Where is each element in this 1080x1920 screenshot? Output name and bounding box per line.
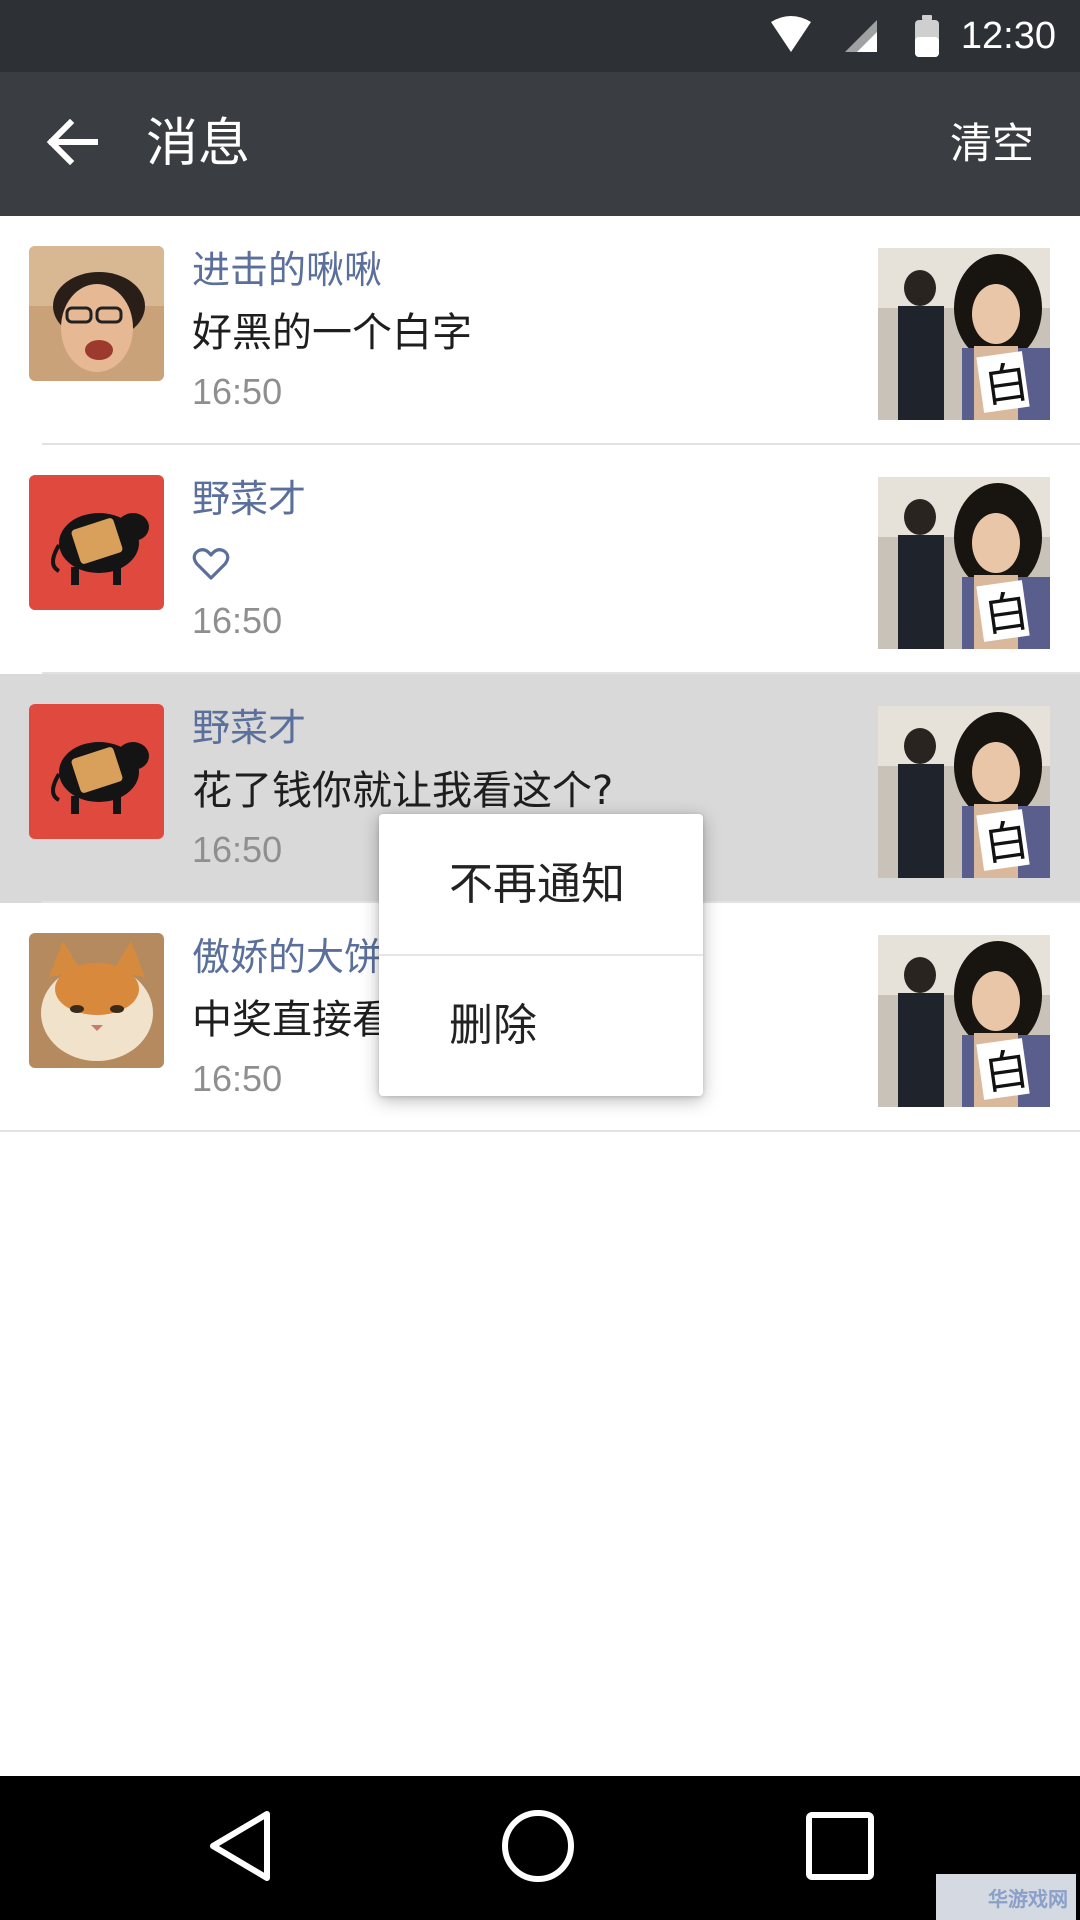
status-clock: 12:30 (960, 14, 1056, 57)
message-text: 中奖直接看 (192, 997, 392, 1043)
back-button[interactable] (40, 116, 104, 172)
cell-signal-icon (843, 18, 879, 54)
cat-avatar[interactable] (29, 933, 164, 1068)
nav-back-icon (205, 1808, 275, 1888)
message-time: 16:50 (192, 1058, 283, 1099)
couple-photo-thumbnail[interactable]: 白 (878, 477, 1050, 649)
message-time: 16:50 (192, 600, 283, 641)
nav-home-button[interactable] (488, 1800, 588, 1896)
man-glasses-avatar[interactable] (29, 246, 164, 381)
message-content (192, 539, 230, 591)
couple-photo-thumbnail[interactable]: 白 (878, 706, 1050, 878)
row-divider (0, 1130, 1080, 1132)
couple-photo-thumbnail[interactable]: 白 (878, 248, 1050, 420)
nav-recents-icon (805, 1811, 875, 1885)
message-time: 16:50 (192, 829, 283, 870)
message-row[interactable]: 野菜才 16:50 白 (0, 445, 1080, 674)
wifi-icon (769, 16, 813, 56)
status-icons: 12:30 (769, 0, 1056, 72)
message-text: 好黑的一个白字 (192, 310, 472, 356)
message-time: 16:50 (192, 371, 283, 412)
sender-name: 傲娇的大饼 (192, 935, 383, 979)
system-nav-bar: 华游戏网 (0, 1776, 1080, 1920)
heart-outline-icon (192, 545, 230, 591)
svg-text:白: 白 (981, 357, 1032, 414)
black-pig-avatar[interactable] (29, 475, 164, 610)
sender-name: 进击的啾啾 (192, 248, 383, 292)
svg-text:白: 白 (981, 815, 1032, 872)
watermark-text: 华游戏网 (988, 1886, 1068, 1911)
site-watermark: 华游戏网 (936, 1874, 1076, 1920)
svg-text:白: 白 (981, 1044, 1032, 1101)
app-bar: 消息 清空 (0, 72, 1080, 216)
page-title: 消息 (146, 114, 251, 174)
nav-home-icon (500, 1808, 576, 1888)
svg-text:白: 白 (981, 586, 1032, 643)
nav-back-button[interactable] (190, 1800, 290, 1896)
battery-icon (914, 15, 939, 57)
sender-name: 野菜才 (192, 706, 307, 750)
arrow-left-icon (46, 118, 99, 169)
menu-item-mute[interactable]: 不再通知 (379, 814, 703, 955)
clear-button[interactable]: 清空 (950, 72, 1034, 216)
message-text: 花了钱你就让我看这个? (192, 768, 614, 814)
couple-photo-thumbnail[interactable]: 白 (878, 935, 1050, 1107)
sender-name: 野菜才 (192, 477, 307, 521)
nav-recents-button[interactable] (790, 1800, 890, 1896)
status-bar: 12:30 (0, 0, 1080, 72)
context-menu: 不再通知 删除 (379, 814, 703, 1096)
black-pig-avatar[interactable] (29, 704, 164, 839)
menu-item-delete[interactable]: 删除 (379, 955, 703, 1096)
message-row[interactable]: 进击的啾啾 好黑的一个白字 16:50 白 (0, 216, 1080, 445)
